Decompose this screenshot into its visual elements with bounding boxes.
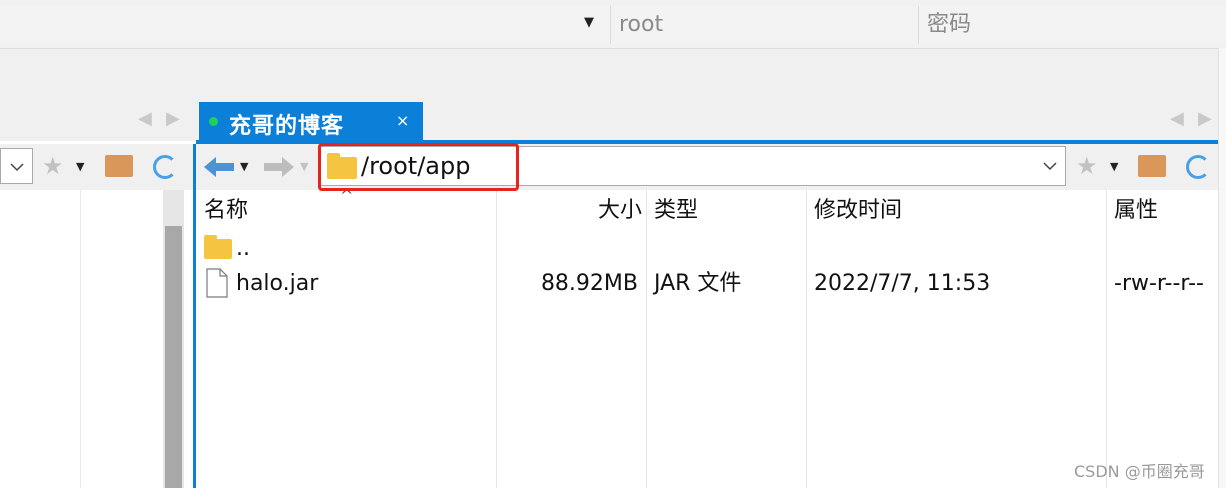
username-value: root — [619, 12, 664, 37]
chevron-down-icon[interactable]: ▼ — [1110, 160, 1118, 173]
refresh-icon[interactable] — [153, 155, 177, 179]
password-placeholder: 密码 — [927, 12, 972, 37]
toolbar-area — [0, 49, 1226, 141]
file-type: JAR 文件 — [654, 271, 742, 296]
tab-prev-icon[interactable]: ◀ — [138, 108, 152, 129]
col-header-name[interactable]: 名称 — [204, 196, 248, 226]
arrow-right-icon[interactable] — [264, 155, 296, 179]
file-attrs: -rw-r--r-- — [1114, 271, 1204, 296]
tab-next-icon[interactable]: ▶ — [166, 108, 180, 129]
col-header-type[interactable]: 类型 — [654, 196, 698, 226]
list-item[interactable]: halo.jar 88.92MB JAR 文件 2022/7/7, 11:53 … — [200, 266, 1218, 302]
password-field[interactable]: 密码 — [919, 6, 1226, 44]
chevron-down-icon[interactable]: ▼ — [76, 160, 84, 173]
col-header-attrs[interactable]: 属性 — [1114, 196, 1158, 226]
star-icon[interactable]: ★ — [1076, 154, 1098, 178]
left-path-combo[interactable] — [0, 148, 33, 184]
tab-prev-icon-right[interactable]: ◀ — [1170, 108, 1184, 129]
column-divider — [80, 190, 81, 488]
close-icon[interactable]: × — [396, 111, 409, 130]
list-item[interactable]: .. — [200, 230, 1218, 264]
tab-title: 充哥的博客 — [229, 114, 345, 139]
highlight-box — [318, 143, 519, 191]
left-navbar: ★ ▼ — [0, 144, 193, 190]
file-icon — [206, 268, 228, 298]
col-header-size[interactable]: 大小 — [496, 196, 642, 226]
home-icon[interactable] — [1138, 155, 1166, 177]
star-icon[interactable]: ★ — [42, 154, 64, 178]
left-scrollbar-thumb[interactable] — [165, 226, 182, 488]
file-name: halo.jar — [236, 271, 319, 296]
chevron-down-icon[interactable]: ▼ — [584, 15, 594, 30]
chevron-down-icon[interactable] — [10, 163, 24, 172]
host-combo[interactable]: ▼ — [0, 6, 610, 44]
pane-splitter[interactable] — [193, 144, 196, 488]
col-header-modified[interactable]: 修改时间 — [814, 196, 902, 226]
file-modified: 2022/7/7, 11:53 — [814, 271, 991, 296]
chevron-down-icon[interactable]: ▼ — [240, 160, 248, 173]
chevron-down-icon[interactable]: ▼ — [300, 160, 308, 173]
chevron-down-icon[interactable] — [1043, 162, 1057, 171]
right-scrollbar[interactable] — [1218, 48, 1226, 488]
file-size: 88.92MB — [540, 271, 638, 296]
tab-next-icon-right[interactable]: ▶ — [1198, 108, 1212, 129]
home-icon[interactable] — [105, 155, 133, 177]
arrow-left-icon[interactable] — [204, 155, 236, 179]
tab-session[interactable]: 充哥的博客 × — [199, 102, 423, 140]
file-name: .. — [236, 236, 250, 261]
username-field[interactable]: root — [611, 6, 918, 44]
connected-status-icon — [209, 117, 218, 126]
refresh-icon[interactable] — [1186, 155, 1210, 179]
watermark: CSDN @币圈充哥 — [1074, 462, 1205, 481]
folder-icon — [204, 235, 232, 259]
